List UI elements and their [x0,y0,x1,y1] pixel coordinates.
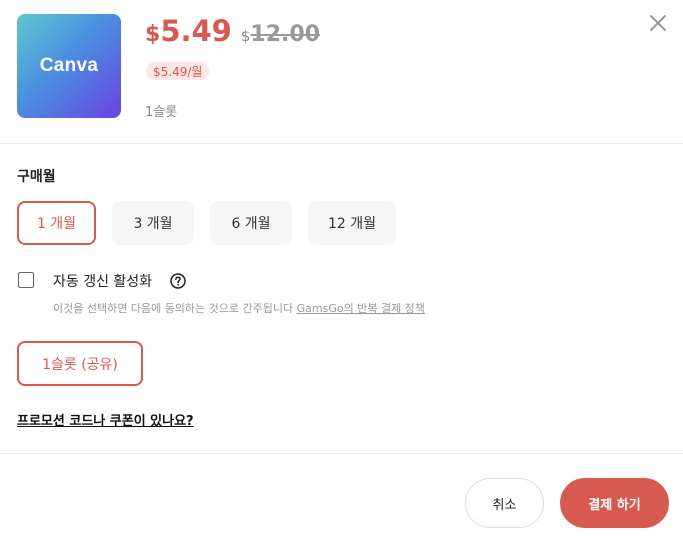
consent-text: 이것을 선택하면 다음에 동의하는 것으로 간주됩니다 GamsGo의 반복 결… [53,300,425,316]
recurring-payment-policy-link[interactable]: GamsGo의 반복 결제 정책 [297,302,425,315]
month-option-3[interactable]: 3 개월 [112,201,194,245]
price-currency: $ [145,22,161,47]
slot-option-shared[interactable]: 1슬롯 (공유) [17,341,143,386]
current-price: 5.49 [160,14,232,48]
cancel-button[interactable]: 취소 [465,478,544,528]
footer-divider [0,453,683,454]
close-button[interactable] [647,12,669,34]
auto-renew-checkbox[interactable] [18,272,34,288]
month-option-12[interactable]: 12 개월 [308,201,396,245]
month-option-6[interactable]: 6 개월 [210,201,292,245]
original-price: 12.00 [250,22,321,47]
close-icon [650,15,666,31]
question-circle-icon[interactable] [170,273,186,289]
logo-text: Canva [39,55,99,76]
auto-renew-label: 자동 갱신 활성화 [53,274,153,290]
canva-logo: Canva [17,14,121,118]
purchase-month-title: 구매월 [17,169,56,185]
product-header: Canva $ 5.49 $ 12.00 $5.49/월 1슬롯 [0,0,683,144]
monthly-price-badge: $5.49/월 [146,62,210,80]
price-row: $ 5.49 $ 12.00 [145,14,320,48]
consent-prefix: 이것을 선택하면 다음에 동의하는 것으로 간주됩니다 [53,302,297,315]
slots-label: 1슬롯 [145,105,178,120]
promo-code-link[interactable]: 프로모션 코드나 쿠폰이 있나요? [17,410,194,429]
original-price-currency: $ [240,27,251,45]
month-option-1[interactable]: 1 개월 [17,201,96,245]
pay-button[interactable]: 결제 하기 [560,478,669,528]
